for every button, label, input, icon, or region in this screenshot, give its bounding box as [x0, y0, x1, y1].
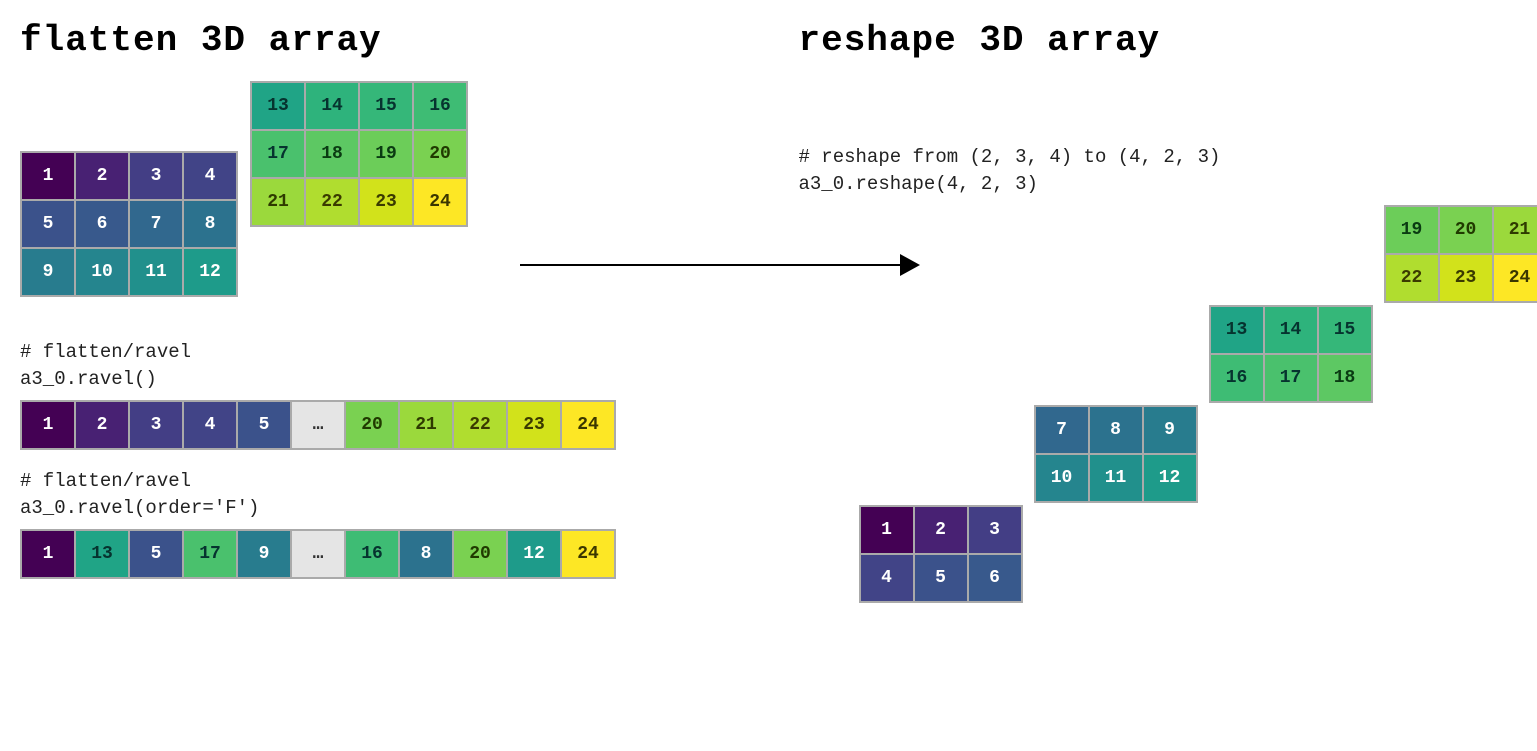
array-cell: 6	[969, 555, 1021, 601]
array-cell: 3	[130, 402, 182, 448]
ravel-f-code: # flatten/ravel a3_0.ravel(order='F')	[20, 468, 739, 521]
array-cell: 23	[1440, 255, 1492, 301]
array-cell: 18	[1319, 355, 1371, 401]
array-cell: 7	[130, 201, 182, 247]
array-cell: 24	[414, 179, 466, 225]
array-cell: 10	[76, 249, 128, 295]
array-cell: 8	[400, 531, 452, 577]
array-cell: 6	[76, 201, 128, 247]
array-cell: 19	[360, 131, 412, 177]
flatten-title: flatten 3D array	[20, 20, 739, 61]
array-cell: 21	[400, 402, 452, 448]
array-cell: 5	[130, 531, 182, 577]
array-cell: 3	[130, 153, 182, 199]
array-cell: 20	[346, 402, 398, 448]
array-cell: 15	[1319, 307, 1371, 353]
array-cell: 1	[861, 507, 913, 553]
array-cell: 22	[454, 402, 506, 448]
ravel-f-row: 1135179…168201224	[20, 529, 616, 579]
array-cell: 8	[1090, 407, 1142, 453]
array-cell: 17	[252, 131, 304, 177]
array-cell: 2	[76, 153, 128, 199]
reshape-layer-1: 789 101112	[1034, 405, 1198, 503]
array-cell: 3	[969, 507, 1021, 553]
array-cell: 1	[22, 402, 74, 448]
array-cell: 19	[1386, 207, 1438, 253]
array-cell: 16	[1211, 355, 1263, 401]
array-cell: 13	[76, 531, 128, 577]
array-cell: 11	[1090, 455, 1142, 501]
reshape-grid-1: 789 101112	[1034, 405, 1198, 503]
array-cell: 5	[22, 201, 74, 247]
array-cell: 16	[346, 531, 398, 577]
array-cell: 24	[562, 402, 614, 448]
array-cell: 17	[184, 531, 236, 577]
array-cell: 12	[1144, 455, 1196, 501]
reshape-code: # reshape from (2, 3, 4) to (4, 2, 3) a3…	[799, 144, 1518, 197]
back-grid: 13141516 17181920 21222324	[250, 81, 468, 227]
reshape-grid-3: 192021 222324	[1384, 205, 1537, 303]
reshape-grid-2: 131415 161718	[1209, 305, 1373, 403]
array-cell: 12	[184, 249, 236, 295]
array-cell: 17	[1265, 355, 1317, 401]
array-cell: 20	[454, 531, 506, 577]
array-cell: 21	[1494, 207, 1537, 253]
array-cell: 14	[306, 83, 358, 129]
source-3d-array: 131415161718192021222324 123456789101112	[20, 81, 739, 321]
reshape-grid-0: 123 456	[859, 505, 1023, 603]
array-cell: 8	[184, 201, 236, 247]
ravel-code: # flatten/ravel a3_0.ravel()	[20, 339, 739, 392]
array-cell: 20	[414, 131, 466, 177]
reshape-layer-0: 123 456	[859, 505, 1023, 603]
array-cell: 15	[360, 83, 412, 129]
ravel-row: 12345…2021222324	[20, 400, 616, 450]
array-cell: 5	[915, 555, 967, 601]
array-cell: 4	[184, 153, 236, 199]
array-cell: 23	[508, 402, 560, 448]
array-cell: 24	[1494, 255, 1537, 301]
array-cell: 13	[1211, 307, 1263, 353]
array-cell: …	[292, 402, 344, 448]
array-cell: 24	[562, 531, 614, 577]
array-cell: 16	[414, 83, 466, 129]
array-cell: 22	[1386, 255, 1438, 301]
reshape-title: reshape 3D array	[799, 20, 1518, 61]
array-cell: 7	[1036, 407, 1088, 453]
array-cell: 9	[238, 531, 290, 577]
array-cell: 9	[22, 249, 74, 295]
array-cell: 4	[861, 555, 913, 601]
array-cell: 21	[252, 179, 304, 225]
array-cell: 4	[184, 402, 236, 448]
array-cell: 20	[1440, 207, 1492, 253]
array-cell: 9	[1144, 407, 1196, 453]
array-cell: 1	[22, 153, 74, 199]
array-cell: …	[292, 531, 344, 577]
array-cell: 12	[508, 531, 560, 577]
diagram-root: flatten 3D array 13141516171819202122232…	[20, 20, 1517, 685]
array-cell: 13	[252, 83, 304, 129]
reshape-column: reshape 3D array # reshape from (2, 3, 4…	[799, 20, 1518, 685]
array-cell: 2	[915, 507, 967, 553]
back-layer: 13141516 17181920 21222324	[250, 81, 468, 227]
array-cell: 23	[360, 179, 412, 225]
array-cell: 18	[306, 131, 358, 177]
array-cell: 5	[238, 402, 290, 448]
array-cell: 22	[306, 179, 358, 225]
flatten-column: flatten 3D array 13141516171819202122232…	[20, 20, 739, 685]
reshape-layer-3: 192021 222324	[1384, 205, 1537, 303]
array-cell: 11	[130, 249, 182, 295]
reshape-layer-2: 131415 161718	[1209, 305, 1373, 403]
front-layer: 123456789101112	[20, 151, 238, 297]
front-grid: 123456789101112	[20, 151, 238, 297]
array-cell: 2	[76, 402, 128, 448]
array-cell: 10	[1036, 455, 1088, 501]
reshaped-3d-array: 123456789101112131415161718192021222324	[859, 205, 1518, 685]
array-cell: 14	[1265, 307, 1317, 353]
array-cell: 1	[22, 531, 74, 577]
